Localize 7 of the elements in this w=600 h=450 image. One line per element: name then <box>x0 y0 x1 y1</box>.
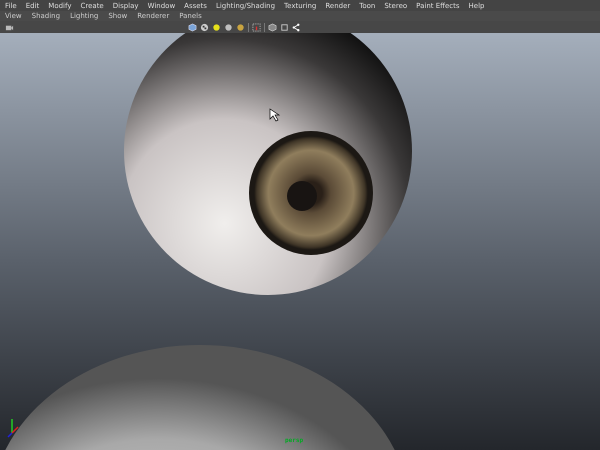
square-icon[interactable] <box>280 22 289 32</box>
axis-icon <box>7 419 19 438</box>
nodes-icon[interactable] <box>292 22 301 32</box>
camera-icon[interactable] <box>5 22 14 32</box>
checker-sphere-icon[interactable] <box>200 22 209 32</box>
frame-icon[interactable] <box>252 22 261 32</box>
cursor-icon <box>270 108 280 122</box>
